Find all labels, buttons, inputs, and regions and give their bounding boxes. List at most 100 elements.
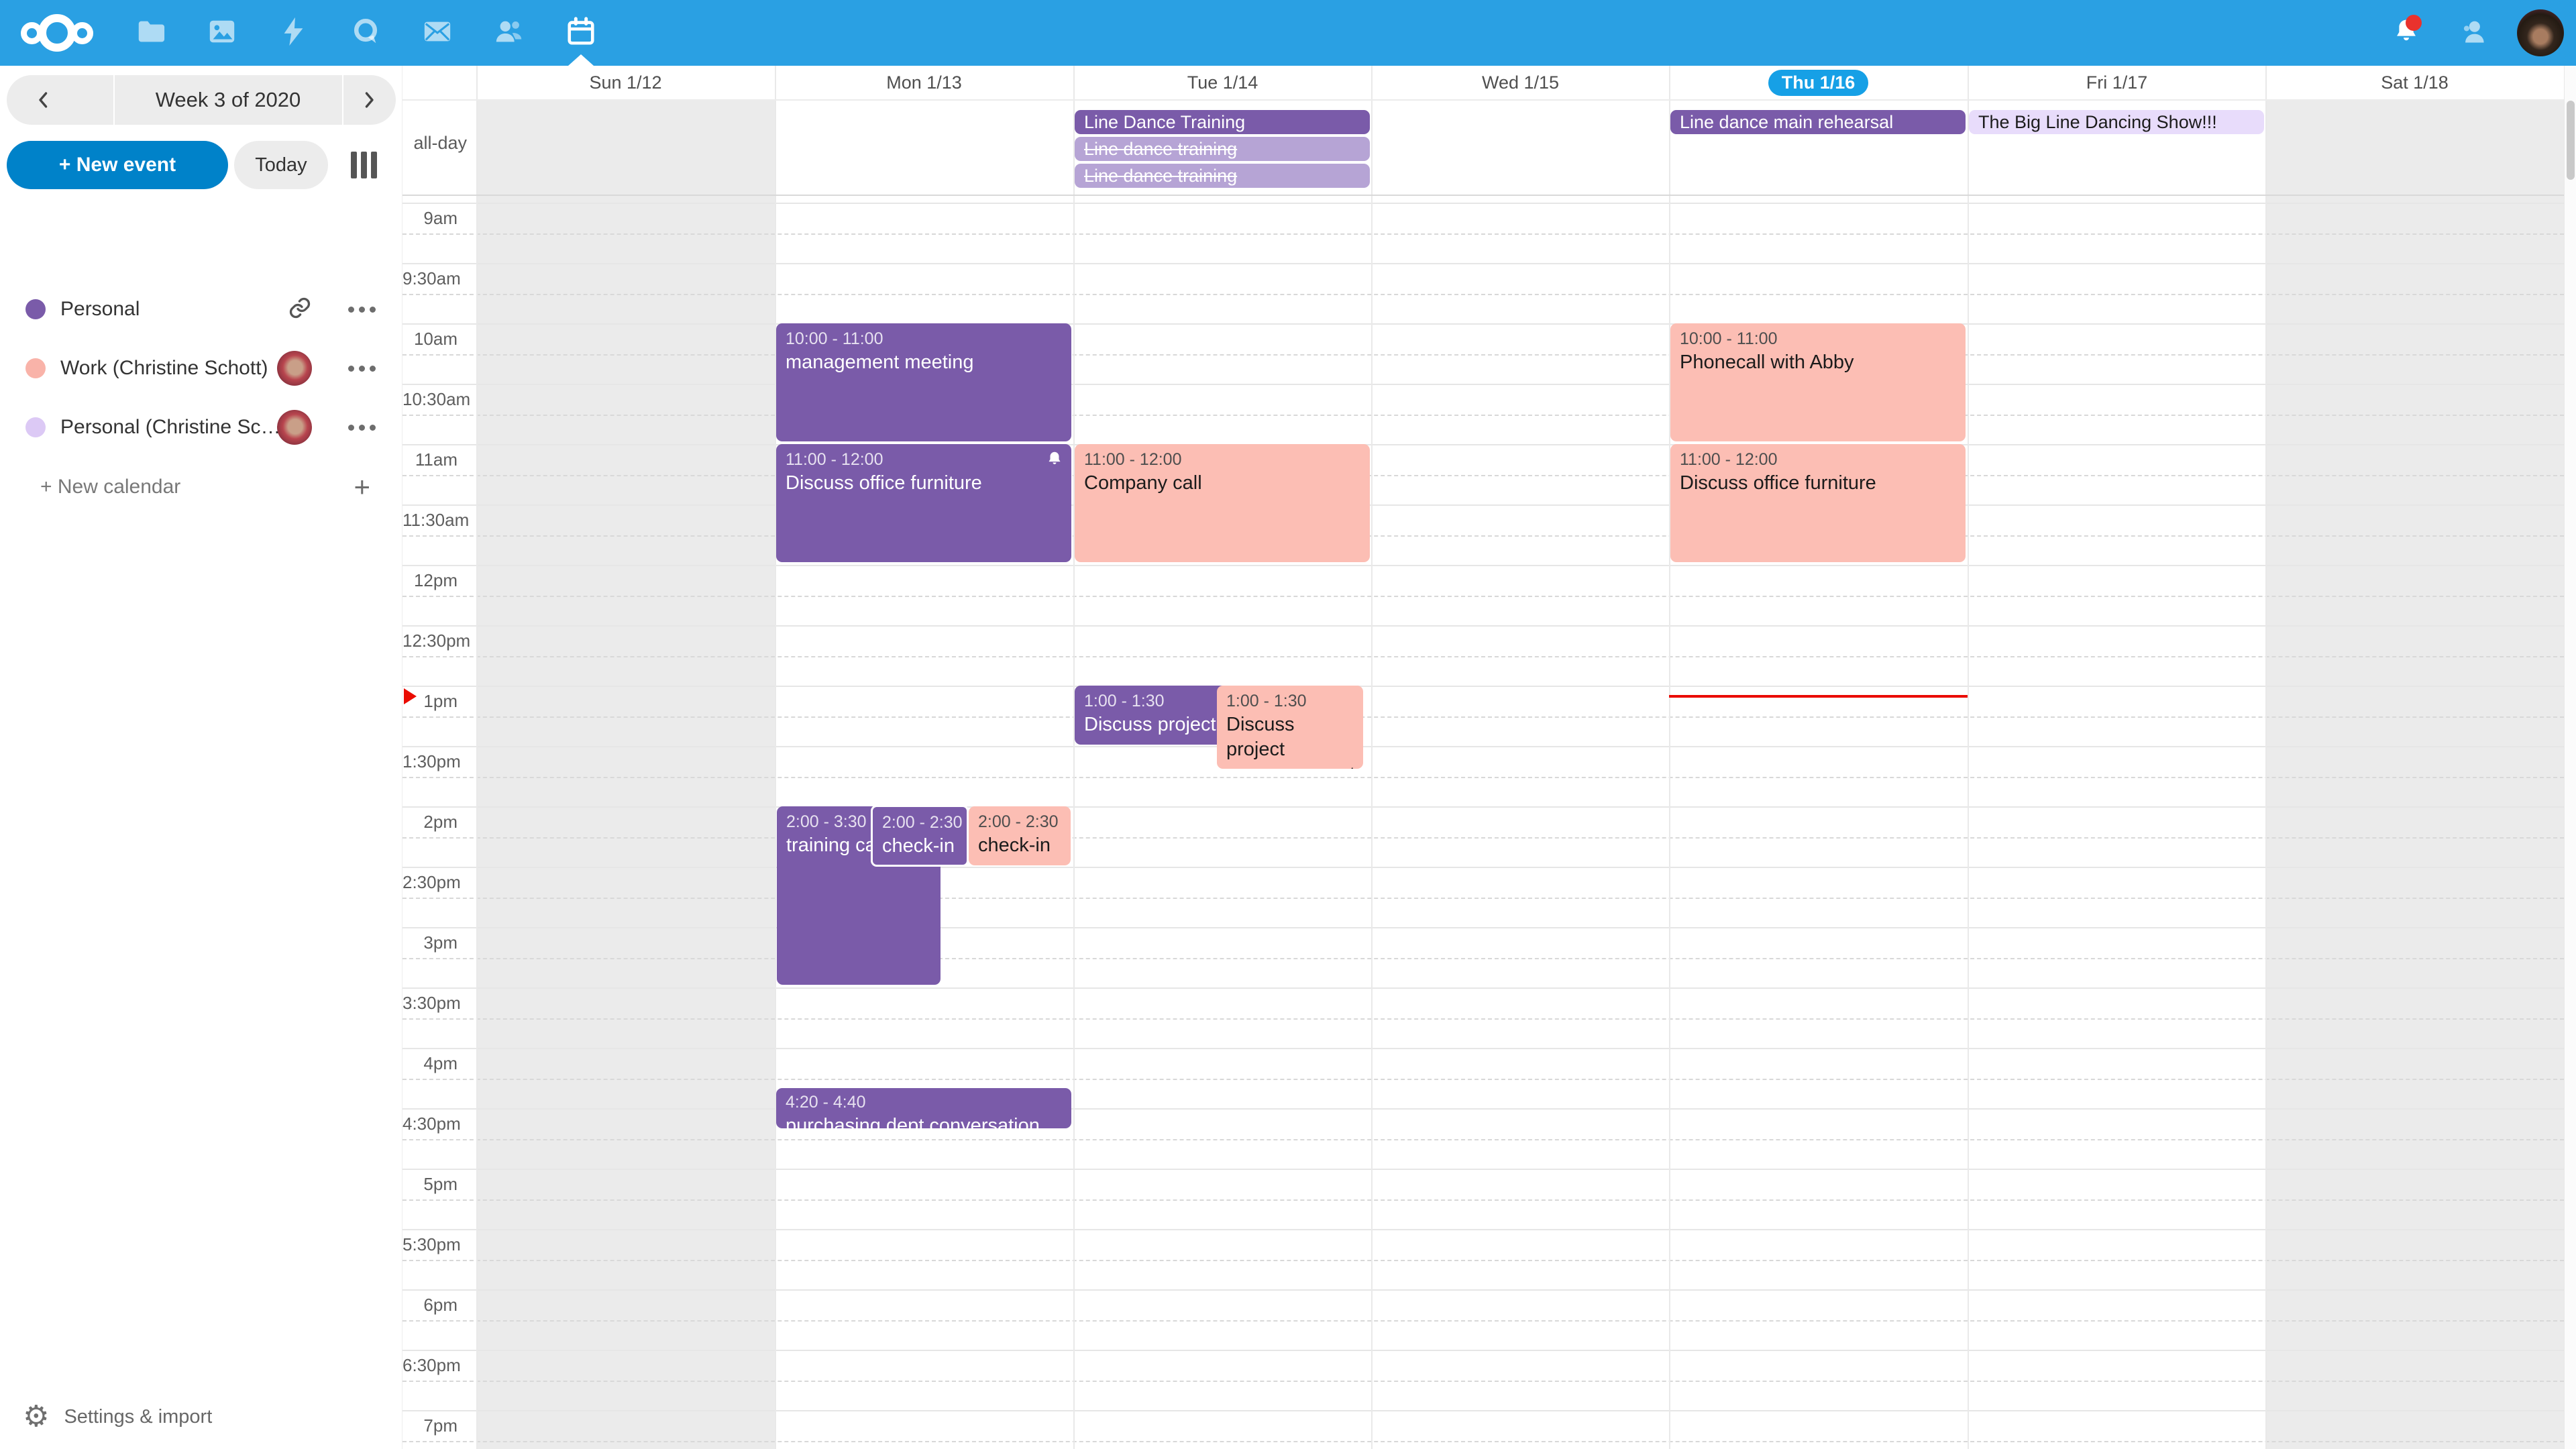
calendar-item-work-christine[interactable]: Work (Christine Schott) — [0, 345, 402, 392]
allday-event-line-dance-main-rehearsal[interactable]: Line dance main rehearsal — [1670, 110, 1966, 134]
event-title: check-in — [882, 834, 957, 859]
reminder-bell-icon — [1044, 449, 1065, 470]
view-switcher-button[interactable] — [351, 152, 377, 178]
contacts-menu-button[interactable] — [2450, 0, 2497, 66]
allday-event-line-dance-training-cancelled[interactable]: Line dance training — [1075, 164, 1370, 188]
app-launcher — [0, 0, 616, 66]
time-row[interactable]: 11:30am — [402, 504, 2564, 565]
time-label: 7pm — [402, 1415, 467, 1436]
event-phonecall-with-abby[interactable]: 10:00 - 11:00 Phonecall with Abby — [1670, 323, 1966, 441]
owner-avatar — [277, 410, 312, 445]
time-label: 9am — [402, 208, 467, 229]
day-header-sat[interactable]: Sat 1/18 — [2265, 66, 2564, 99]
nextcloud-logo[interactable] — [0, 0, 114, 66]
time-row[interactable]: 6pm — [402, 1289, 2564, 1350]
people-icon — [494, 16, 525, 50]
day-header-tue[interactable]: Tue 1/14 — [1073, 66, 1372, 99]
new-event-button[interactable]: + New event — [7, 141, 228, 189]
time-row[interactable]: 1pm — [402, 686, 2564, 746]
event-title: management meeting — [786, 350, 1062, 375]
time-row[interactable]: 10:30am — [402, 384, 2564, 444]
day-header-sun[interactable]: Sun 1/12 — [476, 66, 775, 99]
time-row[interactable]: 9:30am — [402, 263, 2564, 323]
allday-event-line-dance-training-cancelled[interactable]: Line dance training — [1075, 137, 1370, 161]
today-badge: Thu 1/16 — [1768, 70, 1869, 96]
calendar-item-personal[interactable]: Personal — [0, 286, 402, 333]
time-row[interactable]: 11am — [402, 444, 2564, 504]
time-label: 4pm — [402, 1053, 467, 1074]
time-row[interactable]: 10am — [402, 323, 2564, 384]
time-row[interactable]: 12pm — [402, 565, 2564, 625]
allday-event-line-dance-training[interactable]: Line Dance Training — [1075, 110, 1370, 134]
new-calendar-button[interactable]: + New calendar + — [40, 466, 402, 508]
event-check-in-salmon[interactable]: 2:00 - 2:30 check-in — [969, 806, 1071, 865]
files-app-button[interactable] — [114, 0, 186, 66]
time-row[interactable]: 5:30pm — [402, 1229, 2564, 1289]
share-link-icon[interactable] — [288, 296, 312, 323]
calendar-color-dot — [25, 417, 46, 437]
event-check-in-purple[interactable]: 2:00 - 2:30 check-in — [871, 805, 969, 867]
event-time: 4:20 - 4:40 — [786, 1091, 1062, 1114]
calendar-actions-menu[interactable] — [348, 307, 376, 313]
settings-import-button[interactable]: ⚙ Settings & import — [23, 1402, 212, 1432]
calendar-item-personal-christine[interactable]: Personal (Christine Schott) — [0, 404, 402, 451]
notifications-button[interactable] — [2383, 0, 2430, 66]
time-row[interactable]: 4:30pm — [402, 1108, 2564, 1169]
plus-icon: + — [354, 471, 370, 503]
event-company-call[interactable]: 11:00 - 12:00 Company call — [1075, 444, 1370, 562]
time-label: 6pm — [402, 1295, 467, 1316]
calendar-actions-menu[interactable] — [348, 425, 376, 431]
activity-app-button[interactable] — [258, 0, 329, 66]
time-row[interactable]: 1:30pm — [402, 746, 2564, 806]
vertical-scrollbar[interactable] — [2564, 66, 2576, 1449]
day-label: Tue 1/14 — [1187, 72, 1258, 93]
day-header-fri[interactable]: Fri 1/17 — [1968, 66, 2266, 99]
calendar-actions-menu[interactable] — [348, 366, 376, 372]
event-purchasing-dept-conversation[interactable]: 4:20 - 4:40 purchasing dept conversation — [776, 1088, 1071, 1128]
mail-app-button[interactable] — [401, 0, 473, 66]
time-row[interactable]: 9am — [402, 203, 2564, 263]
event-management-meeting[interactable]: 10:00 - 11:00 management meeting — [776, 323, 1071, 441]
time-row[interactable]: 2:30pm — [402, 867, 2564, 927]
time-row[interactable]: 6:30pm — [402, 1350, 2564, 1410]
previous-week-button[interactable] — [7, 75, 80, 125]
day-header-wed[interactable]: Wed 1/15 — [1371, 66, 1670, 99]
event-discuss-office-furniture-thu[interactable]: 11:00 - 12:00 Discuss office furniture — [1670, 444, 1966, 562]
next-week-button[interactable] — [342, 75, 396, 125]
time-label: 12:30pm — [402, 631, 467, 651]
day-label: Mon 1/13 — [886, 72, 962, 93]
contacts-app-button[interactable] — [473, 0, 545, 66]
time-row[interactable]: 2pm — [402, 806, 2564, 867]
time-row[interactable]: 4pm — [402, 1048, 2564, 1108]
event-discuss-project-announcement-purple[interactable]: 1:00 - 1:30 Discuss project announcement — [1075, 686, 1229, 745]
day-header-mon[interactable]: Mon 1/13 — [775, 66, 1073, 99]
event-title: Discuss project announcement — [1226, 712, 1354, 769]
time-label: 4:30pm — [402, 1114, 467, 1134]
time-row[interactable]: 5pm — [402, 1169, 2564, 1229]
time-label: 12pm — [402, 570, 467, 591]
time-label: 2pm — [402, 812, 467, 833]
calendar-name: Personal — [60, 298, 140, 321]
today-button[interactable]: Today — [234, 141, 328, 189]
scrollbar-thumb[interactable] — [2567, 101, 2575, 180]
folder-icon — [135, 16, 166, 50]
event-discuss-office-furniture-mon[interactable]: 11:00 - 12:00 Discuss office furniture — [776, 444, 1071, 562]
week-label[interactable]: Week 3 of 2020 — [114, 75, 342, 125]
time-row[interactable]: 7pm — [402, 1410, 2564, 1449]
photos-app-button[interactable] — [186, 0, 258, 66]
event-discuss-project-announcement-salmon[interactable]: 1:00 - 1:30 Discuss project announcement — [1217, 686, 1363, 769]
event-time: 10:00 - 11:00 — [1680, 327, 1956, 350]
calendar-week-view: 9am 9:30am 10am 10:30am 11am 11:30am 12p… — [402, 66, 2564, 1449]
day-header-thu-today[interactable]: Thu 1/16 — [1669, 66, 1968, 99]
event-time: 10:00 - 11:00 — [786, 327, 1062, 350]
user-menu-button[interactable] — [2517, 0, 2564, 66]
time-row[interactable]: 3pm — [402, 927, 2564, 987]
allday-event-big-line-dancing-show[interactable]: The Big Line Dancing Show!!! — [1969, 110, 2264, 134]
event-title: Discuss office furniture — [1680, 471, 1956, 496]
all-day-label: all-day — [402, 133, 467, 154]
calendar-app-button-active[interactable] — [545, 0, 616, 66]
event-title: purchasing dept conversation — [786, 1114, 1062, 1128]
talk-app-button[interactable] — [329, 0, 401, 66]
time-row[interactable]: 3:30pm — [402, 987, 2564, 1048]
time-row[interactable]: 12:30pm — [402, 625, 2564, 686]
